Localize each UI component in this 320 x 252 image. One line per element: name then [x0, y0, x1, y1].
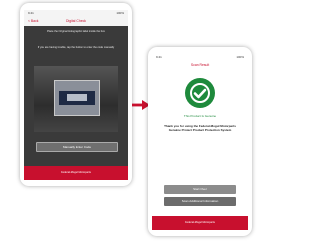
nav-bar: Scan Result: [152, 61, 248, 70]
hologram-label-image: [54, 80, 100, 116]
footer-brand: Federal-Mogul Motorparts: [152, 216, 248, 230]
status-battery: 100%: [236, 55, 244, 59]
thank-you-text: Thank you for using the Federal-Mogul Mo…: [164, 124, 236, 132]
result-screen: 9:41 100% Scan Result This Product Is Ge…: [152, 54, 248, 230]
instruction-text-1: Place the Original Holographic label ins…: [47, 30, 105, 33]
status-time: 9:41: [28, 11, 34, 15]
result-status-text: This Product Is Genuine: [183, 114, 217, 118]
footer-brand: Federal-Mogul Motorparts: [24, 166, 128, 180]
start-over-button[interactable]: Start Over: [164, 185, 236, 194]
back-button[interactable]: < Back: [28, 17, 38, 26]
status-time: 9:41: [156, 55, 162, 59]
nav-bar: < Back Digital Check: [24, 17, 128, 26]
check-circle-icon: [185, 78, 215, 108]
manual-enter-code-button[interactable]: Manually Enter Code: [36, 142, 118, 152]
scanner-screen: 9:41 100% < Back Digital Check Place the…: [24, 10, 128, 180]
status-bar: 9:41 100%: [152, 54, 248, 61]
nav-title: Digital Check: [66, 19, 86, 23]
camera-viewfinder[interactable]: [34, 66, 118, 132]
more-info-button[interactable]: Scan Additional Information: [164, 197, 236, 206]
phone-right: 9:41 100% Scan Result This Product Is Ge…: [148, 47, 252, 236]
status-bar: 9:41 100%: [24, 10, 128, 17]
status-battery: 100%: [116, 11, 124, 15]
label-strip: [59, 91, 95, 105]
nav-title: Scan Result: [190, 63, 210, 67]
phone-left: 9:41 100% < Back Digital Check Place the…: [20, 3, 132, 186]
instruction-text-2: If you are having trouble, tap the butto…: [37, 46, 115, 49]
